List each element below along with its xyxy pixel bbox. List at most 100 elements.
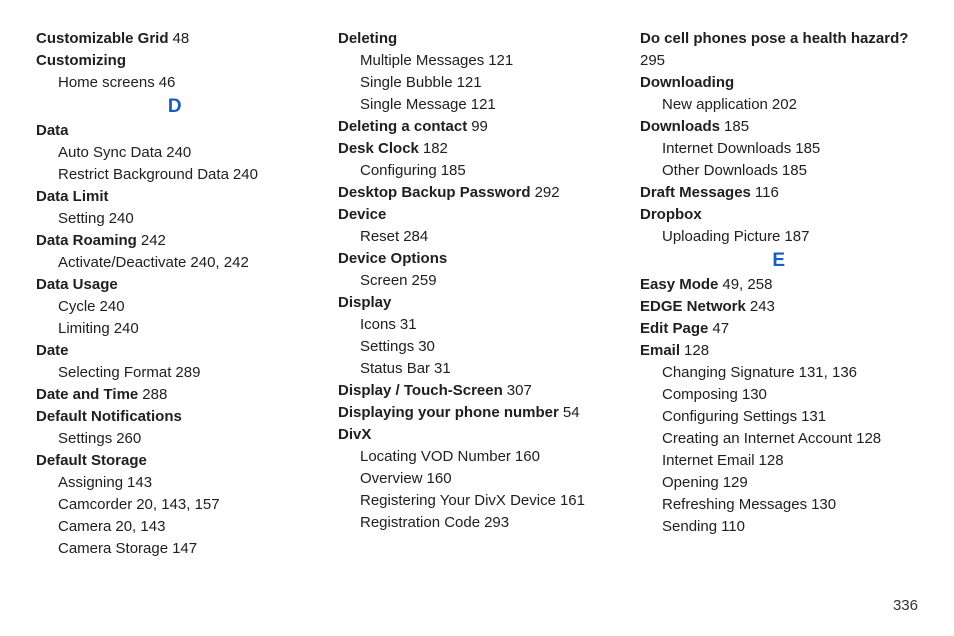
index-page-ref[interactable]: 240 <box>233 166 258 183</box>
index-term-label: Data Roaming <box>36 232 137 249</box>
index-subentry: Sending110 <box>640 516 918 538</box>
index-page-ref[interactable]: 260 <box>116 430 141 447</box>
index-page-ref[interactable]: 121 <box>488 52 513 69</box>
index-page-ref[interactable]: 121 <box>471 96 496 113</box>
index-page-ref[interactable]: 46 <box>159 74 176 91</box>
index-page-ref[interactable]: 185 <box>795 140 820 157</box>
index-subentry: Creating an Internet Account128 <box>640 428 918 450</box>
index-page-ref[interactable]: 240 <box>100 298 125 315</box>
index-term: Downloads185 <box>640 116 918 138</box>
index-page-ref[interactable]: 116 <box>755 184 779 201</box>
index-page-ref[interactable]: 128 <box>759 452 784 469</box>
index-page-ref[interactable]: 284 <box>403 228 428 245</box>
index-subentry-label: Single Message <box>360 96 467 113</box>
index-term: Deleting <box>338 28 616 50</box>
index-page-ref[interactable]: 202 <box>772 96 797 113</box>
index-subentry: Configuring Settings131 <box>640 406 918 428</box>
index-page-ref[interactable]: 128 <box>684 342 709 359</box>
index-page-ref[interactable]: 48 <box>173 30 190 47</box>
index-page-ref[interactable]: 243 <box>750 298 775 315</box>
index-subentry: Configuring185 <box>338 160 616 182</box>
index-column-1: Customizable Grid48CustomizingHome scree… <box>36 28 314 560</box>
index-subentry-label: Registration Code <box>360 514 480 531</box>
index-term: Desktop Backup Password292 <box>338 182 616 204</box>
index-page-ref[interactable]: 240, 242 <box>190 254 248 271</box>
index-page-ref[interactable]: 182 <box>423 140 448 157</box>
index-page-ref[interactable]: 160 <box>515 448 540 465</box>
index-term: Date <box>36 340 314 362</box>
index-page-ref[interactable]: 161 <box>560 492 585 509</box>
index-subentry: Activate/Deactivate240, 242 <box>36 252 314 274</box>
index-term-label: Email <box>640 342 680 359</box>
index-page-ref[interactable]: 288 <box>142 386 167 403</box>
index-page-ref[interactable]: 160 <box>427 470 452 487</box>
index-page-ref[interactable]: 129 <box>723 474 748 491</box>
index-page-ref[interactable]: 47 <box>712 320 729 337</box>
index-page-ref[interactable]: 187 <box>784 228 809 245</box>
index-subentry-label: Internet Email <box>662 452 755 469</box>
index-subentry-label: Multiple Messages <box>360 52 484 69</box>
index-page-ref[interactable]: 31 <box>400 316 417 333</box>
index-subentry-label: Configuring Settings <box>662 408 797 425</box>
index-subentry: Registration Code293 <box>338 512 616 534</box>
index-subentry: Multiple Messages121 <box>338 50 616 72</box>
index-page-ref[interactable]: 20, 143 <box>115 518 165 535</box>
index-term-label: Customizing <box>36 52 126 69</box>
index-term: Date and Time288 <box>36 384 314 406</box>
index-page-ref[interactable]: 99 <box>471 118 488 135</box>
index-subentry: Opening129 <box>640 472 918 494</box>
index-page-ref[interactable]: 240 <box>114 320 139 337</box>
index-page-ref[interactable]: 289 <box>175 364 200 381</box>
index-page-ref[interactable]: 128 <box>856 430 881 447</box>
index-page-ref[interactable]: 185 <box>441 162 466 179</box>
index-page-ref[interactable]: 110 <box>721 518 745 535</box>
index-page-ref[interactable]: 143 <box>127 474 152 491</box>
index-page-ref[interactable]: 49, 258 <box>722 276 772 293</box>
index-page-ref[interactable]: 242 <box>141 232 166 249</box>
index-subentry: Other Downloads185 <box>640 160 918 182</box>
index-term-label: Downloading <box>640 74 734 91</box>
index-page-ref[interactable]: 185 <box>724 118 749 135</box>
index-page-ref[interactable]: 185 <box>782 162 807 179</box>
index-term: Display <box>338 292 616 314</box>
index-page-ref[interactable]: 130 <box>742 386 767 403</box>
index-subentry-label: Screen <box>360 272 408 289</box>
index-subentry-label: Creating an Internet Account <box>662 430 852 447</box>
index-page-ref[interactable]: 259 <box>412 272 437 289</box>
index-page-ref[interactable]: 31 <box>434 360 451 377</box>
index-subentry-label: Status Bar <box>360 360 430 377</box>
page-number: 336 <box>893 597 918 614</box>
index-page-ref[interactable]: 240 <box>166 144 191 161</box>
index-subentry-label: Configuring <box>360 162 437 179</box>
index-term-label: Date <box>36 342 69 359</box>
index-subentry: Internet Email128 <box>640 450 918 472</box>
index-page-ref[interactable]: 307 <box>507 382 532 399</box>
index-page-ref[interactable]: 147 <box>172 540 197 557</box>
index-page-ref[interactable]: 295 <box>640 52 665 69</box>
index-page-ref[interactable]: 121 <box>457 74 482 91</box>
index-subentry-label: Auto Sync Data <box>58 144 162 161</box>
index-term-label: Display <box>338 294 391 311</box>
index-page-ref[interactable]: 131, 136 <box>799 364 857 381</box>
index-page-ref[interactable]: 30 <box>418 338 435 355</box>
index-subentry-label: Limiting <box>58 320 110 337</box>
index-subentry: Status Bar31 <box>338 358 616 380</box>
index-page-ref[interactable]: 54 <box>563 404 580 421</box>
index-term: Customizing <box>36 50 314 72</box>
index-term-label: Edit Page <box>640 320 708 337</box>
index-page: Customizable Grid48CustomizingHome scree… <box>0 0 954 636</box>
index-subentry-label: Restrict Background Data <box>58 166 229 183</box>
index-page-ref[interactable]: 131 <box>801 408 826 425</box>
index-term: Displaying your phone number54 <box>338 402 616 424</box>
index-page-ref[interactable]: 20, 143, 157 <box>136 496 219 513</box>
index-page-ref[interactable]: 293 <box>484 514 509 531</box>
index-page-ref[interactable]: 130 <box>811 496 836 513</box>
index-subentry-label: Opening <box>662 474 719 491</box>
index-subentry: Refreshing Messages130 <box>640 494 918 516</box>
index-term: Default Notifications <box>36 406 314 428</box>
index-page-ref[interactable]: 292 <box>535 184 560 201</box>
index-page-ref[interactable]: 240 <box>109 210 134 227</box>
index-term-label: DivX <box>338 426 371 443</box>
index-subentry: Overview160 <box>338 468 616 490</box>
index-subentry: Selecting Format289 <box>36 362 314 384</box>
